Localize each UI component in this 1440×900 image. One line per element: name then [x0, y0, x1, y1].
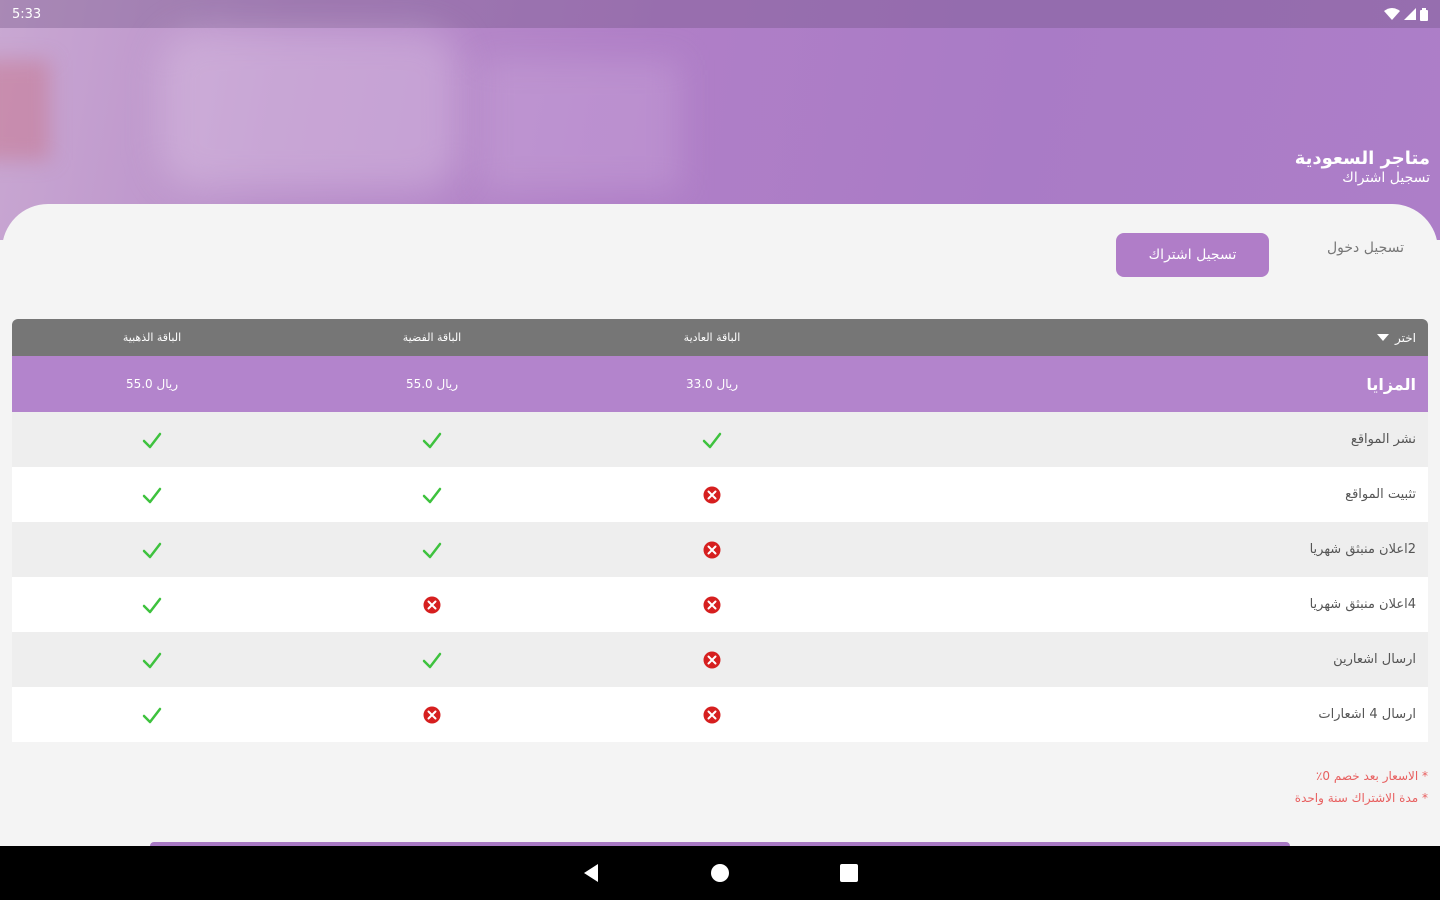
note-line: * الاسعار بعد خصم 0٪: [1315, 769, 1428, 783]
tab-register[interactable]: تسجيل اشتراك: [1116, 233, 1269, 277]
wifi-icon: [1384, 8, 1400, 20]
table-header-row: اختر الباقة العادية الباقة الفضية الباقة…: [12, 319, 1428, 356]
features-label-cell: المزايا: [1366, 356, 1416, 412]
status-icons: [1384, 7, 1428, 21]
plans-table: اختر الباقة العادية الباقة الفضية الباقة…: [12, 319, 1428, 742]
check-icon: [312, 522, 552, 577]
battery-icon: [1420, 7, 1428, 21]
check-icon: [32, 522, 272, 577]
feature-label: 2اعلان منبثق شهريا: [1309, 542, 1416, 557]
plan-price: 55.0 ريال: [405, 377, 459, 391]
table-row: نشر المواقع: [12, 412, 1428, 467]
feature-label: 4اعلان منبثق شهريا: [1309, 597, 1416, 612]
feature-rows: نشر المواقع تثبيت المواقع 2اعلان منبثق شهر…: [12, 412, 1428, 742]
check-icon: [32, 412, 272, 467]
home-icon[interactable]: [710, 863, 730, 883]
features-label: المزايا: [1366, 374, 1416, 394]
feature-label: ارسال 4 اشعارات: [1318, 707, 1416, 722]
dropdown-arrow-icon: [1377, 334, 1389, 341]
cross-icon: [592, 632, 832, 687]
check-icon: [32, 632, 272, 687]
table-price-row: المزايا 33.0 ريال 55.0 ريال 55.0 ريال: [12, 356, 1428, 412]
table-row: ارسال اشعارين: [12, 632, 1428, 687]
signal-icon: [1404, 8, 1416, 20]
table-row: 2اعلان منبثق شهريا: [12, 522, 1428, 577]
header-bg-shape: [0, 60, 50, 160]
header-text: متاجر السعودية تسجيل اشتراك: [1295, 148, 1430, 186]
back-icon[interactable]: [582, 863, 600, 883]
check-icon: [312, 412, 552, 467]
plan-price: 55.0 ريال: [125, 377, 179, 391]
header-bg-shape: [160, 30, 460, 190]
notes: * الاسعار بعد خصم 0٪ * مدة الاشتراك سنة …: [1295, 765, 1428, 809]
feature-label: تثبيت المواقع: [1345, 487, 1416, 502]
cross-icon: [592, 577, 832, 632]
plan-price: 33.0 ريال: [685, 377, 739, 391]
cross-icon: [592, 522, 832, 577]
check-icon: [592, 412, 832, 467]
cross-icon: [312, 687, 552, 742]
recents-icon[interactable]: [840, 864, 858, 882]
feature-label: نشر المواقع: [1350, 432, 1416, 447]
check-icon: [312, 632, 552, 687]
cross-icon: [592, 467, 832, 522]
header-bg-shape: [480, 60, 680, 190]
check-icon: [32, 687, 272, 742]
check-icon: [312, 467, 552, 522]
plan-dropdown[interactable]: اختر: [1377, 319, 1416, 356]
cross-icon: [312, 577, 552, 632]
app-title: متاجر السعودية: [1294, 148, 1430, 169]
page-subtitle: تسجيل اشتراك: [1342, 170, 1430, 186]
table-row: تثبيت المواقع: [12, 467, 1428, 522]
check-icon: [32, 467, 272, 522]
feature-label: ارسال اشعارين: [1333, 652, 1416, 667]
plan-name: الباقة الفضية: [402, 331, 462, 344]
tab-login[interactable]: تسجيل دخول: [1327, 240, 1404, 256]
plan-name: الباقة الذهبية: [122, 331, 182, 344]
status-bar: 5:33: [0, 0, 1440, 28]
status-time: 5:33: [12, 6, 42, 22]
cross-icon: [592, 687, 832, 742]
table-row: ارسال 4 اشعارات: [12, 687, 1428, 742]
table-row: 4اعلان منبثق شهريا: [12, 577, 1428, 632]
note-line: * مدة الاشتراك سنة واحدة: [1294, 791, 1428, 805]
navigation-bar: [0, 846, 1440, 900]
dropdown-label: اختر: [1395, 330, 1416, 345]
plan-name: الباقة العادية: [683, 331, 741, 344]
check-icon: [32, 577, 272, 632]
